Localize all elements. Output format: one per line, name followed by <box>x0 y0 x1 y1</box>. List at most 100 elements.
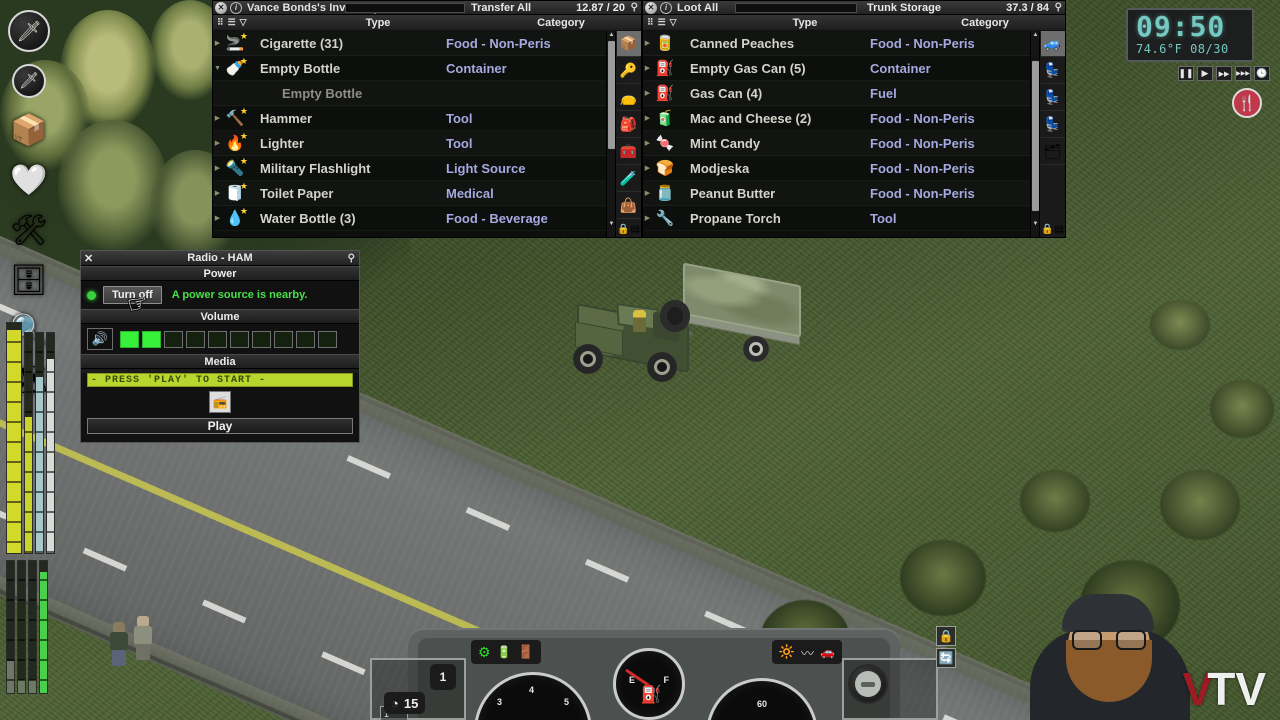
sort-icon[interactable]: ▤ <box>1055 224 1064 235</box>
trunk-container-slots[interactable]: 🚙 💺 💺 💺 🗂 🔒 ▤ <box>1039 31 1065 237</box>
table-row[interactable]: ▶ 🔥 ★ Lighter Tool <box>213 131 606 156</box>
scrollbar-thumb[interactable] <box>608 41 615 149</box>
table-row[interactable]: ▶ 🔦 ★ Military Flashlight Light Source <box>213 156 606 181</box>
table-row[interactable]: ▶ 🔨 ★ Hammer Tool <box>213 106 606 131</box>
military-jeep-with-trailer[interactable] <box>565 262 805 390</box>
pin-icon[interactable]: ⚲ <box>348 253 355 264</box>
table-row[interactable]: ▶ 💧 ★ Water Bottle (3) Food - Beverage <box>213 206 606 231</box>
expand-arrow-icon[interactable]: ▶ <box>213 39 222 47</box>
zombie-2[interactable] <box>132 616 154 660</box>
player-inventory-body[interactable]: ▶ 🚬 ★ Cigarette (31) Food - Non-Peris ▼ 🍼… <box>213 31 641 237</box>
trunk-column-type-header[interactable]: Type <box>705 17 905 29</box>
pin-icon[interactable]: ⚲ <box>1055 2 1062 13</box>
table-row[interactable]: Empty Bottle <box>213 81 606 106</box>
expand-arrow-icon[interactable]: ▶ <box>213 214 222 222</box>
close-icon[interactable]: ✕ <box>84 252 93 265</box>
scroll-down-icon[interactable]: ▼ <box>608 221 615 228</box>
slot-fannypack[interactable]: 👝 <box>616 85 641 111</box>
table-row[interactable]: ▶ 🔧 Propane Torch Tool <box>643 206 1030 231</box>
table-row[interactable]: ▶ 🥫 Canned Peaches Food - Non-Peris <box>643 31 1030 56</box>
transfer-all-button[interactable]: Transfer All <box>471 2 531 14</box>
health-panel-button[interactable]: 🤍 <box>6 158 52 204</box>
lock-icon[interactable]: 🔒 <box>617 224 629 235</box>
scroll-down-icon[interactable]: ▼ <box>1032 221 1039 228</box>
table-row[interactable]: ▶ 🍞 Modjeska Food - Non-Peris <box>643 156 1030 181</box>
scrollbar-thumb[interactable] <box>1032 61 1039 211</box>
game-speed-controls[interactable]: ❚❚ ▶ ▶▶ ▶▶▶ 🕓 <box>1126 66 1274 81</box>
trunk-inventory-scrollbar[interactable]: ▲ ▼ <box>1030 31 1039 237</box>
table-row[interactable]: ▶ 🫙 Peanut Butter Food - Non-Peris <box>643 181 1030 206</box>
filter-icon[interactable]: ▽ <box>670 17 677 28</box>
info-icon[interactable]: i <box>660 1 672 14</box>
vehicle-dashboard[interactable]: 1 ◔ 15 1 ⚙ 🔋 🚪 🔆 〰 🚗 1 2 3 4 <box>368 620 956 720</box>
crafting-panel-button[interactable]: 🛠 <box>6 208 52 254</box>
expand-arrow-icon[interactable]: ▶ <box>643 164 652 172</box>
expand-arrow-icon[interactable]: ▶ <box>643 214 652 222</box>
table-row[interactable]: ▶ ⛽ Empty Gas Can (5) Container <box>643 56 1030 81</box>
slot-keyring[interactable]: 🔑 <box>616 58 641 84</box>
table-row[interactable]: ▶ ⛽ Gas Can (4) Fuel <box>643 81 1030 106</box>
table-row[interactable]: ▼ 🍼 ★ Empty Bottle Container <box>213 56 606 81</box>
radio-titlebar[interactable]: ✕ Radio - HAM ⚲ <box>81 251 359 266</box>
trunk-inventory-body[interactable]: ▶ 🥫 Canned Peaches Food - Non-Peris ▶ ⛽ … <box>643 31 1065 237</box>
volume-segment-4[interactable] <box>186 330 205 348</box>
equipped-primary-weapon[interactable]: 🗡 <box>6 8 52 54</box>
volume-segment-1[interactable] <box>120 330 139 348</box>
slot-first-aid-kit[interactable]: 🧰 <box>616 139 641 165</box>
player-equipment-slots[interactable]: 📦 🔑 👝 🎒 🧰 🧪 👜 🔒 ▤ <box>615 31 641 237</box>
player-inventory-titlebar[interactable]: ✕ i Vance Bonds's Inventory Transfer All… <box>213 1 641 15</box>
trunk-column-category-header[interactable]: Category <box>905 17 1065 29</box>
expand-arrow-icon[interactable]: ▶ <box>643 114 652 122</box>
trunk-inventory-window[interactable]: ✕ i Loot All Trunk Storage 37.3 / 84 ⚲ ⠿… <box>642 0 1066 238</box>
trunk-inventory-footer[interactable]: 🔒 ▤ <box>1041 221 1065 237</box>
radio-media-area[interactable]: - PRESS 'PLAY' TO START - 📻 Play <box>81 373 359 442</box>
expand-arrow-icon[interactable]: ▶ <box>213 189 222 197</box>
slot-bag[interactable]: 👜 <box>616 193 641 219</box>
ignition-key-knob[interactable] <box>848 664 888 704</box>
hunger-moodle[interactable]: 🍴 <box>1232 88 1262 118</box>
volume-segment-2[interactable] <box>142 330 161 348</box>
trunk-inventory-titlebar[interactable]: ✕ i Loot All Trunk Storage 37.3 / 84 ⚲ <box>643 1 1065 15</box>
clock-widget[interactable]: 09:50 74.6°F 08/30 ❚❚ ▶ ▶▶ ▶▶▶ 🕓 <box>1126 8 1274 81</box>
clock-toggle-button[interactable]: 🕓 <box>1254 66 1270 81</box>
loot-all-button[interactable]: Loot All <box>677 2 718 14</box>
pin-icon[interactable]: ⚲ <box>631 2 638 13</box>
player-inventory-window[interactable]: ✕ i Vance Bonds's Inventory Transfer All… <box>212 0 642 238</box>
trunk-inventory-search-input[interactable] <box>735 3 857 13</box>
expand-arrow-icon[interactable]: ▶ <box>643 39 652 47</box>
table-row[interactable]: ▶ 🍬 Mint Candy Food - Non-Peris <box>643 131 1030 156</box>
expand-arrow-icon[interactable]: ▶ <box>643 89 652 97</box>
player-inventory-view-tools[interactable]: ⠿ ☰ ▽ <box>213 17 275 28</box>
slot-glovebox[interactable]: 🗂 <box>1040 139 1065 165</box>
close-icon[interactable]: ✕ <box>215 1 227 14</box>
dashboard-side-buttons[interactable]: 🔒 🔄 <box>936 626 958 668</box>
grid-view-icon[interactable]: ⠿ <box>647 17 654 28</box>
table-row[interactable]: ▶ 🧃 Mac and Cheese (2) Food - Non-Peris <box>643 106 1030 131</box>
radio-window[interactable]: ✕ Radio - HAM ⚲ Power Turn off A power s… <box>80 250 360 443</box>
expand-arrow-icon[interactable]: ▶ <box>213 164 222 172</box>
volume-segment-9[interactable] <box>296 330 315 348</box>
player-inventory-list[interactable]: ▶ 🚬 ★ Cigarette (31) Food - Non-Peris ▼ 🍼… <box>213 31 606 237</box>
list-view-icon[interactable]: ☰ <box>228 17 236 28</box>
play-speed-3-button[interactable]: ▶▶▶ <box>1235 66 1251 81</box>
expand-arrow-icon[interactable]: ▶ <box>213 139 222 147</box>
table-row[interactable]: ▶ 🚬 ★ Cigarette (31) Food - Non-Peris <box>213 31 606 56</box>
close-icon[interactable]: ✕ <box>645 1 657 14</box>
slot-seat-3[interactable]: 💺 <box>1040 112 1065 138</box>
radio-volume-row[interactable]: 🔊 <box>81 324 359 354</box>
grid-view-icon[interactable]: ⠿ <box>217 17 224 28</box>
volume-segment-5[interactable] <box>208 330 227 348</box>
pause-button[interactable]: ❚❚ <box>1178 66 1194 81</box>
slot-toolbox[interactable]: 🧪 <box>616 166 641 192</box>
slot-backpack-selected[interactable]: 📦 <box>616 31 641 57</box>
expand-arrow-icon[interactable]: ▶ <box>643 64 652 72</box>
speaker-icon[interactable]: 🔊 <box>87 328 113 350</box>
zombie-1[interactable] <box>108 622 130 666</box>
radio-play-button[interactable]: Play <box>87 418 353 434</box>
slot-seat-1[interactable]: 💺 <box>1040 58 1065 84</box>
expand-arrow-icon[interactable]: ▶ <box>213 114 222 122</box>
scroll-up-icon[interactable]: ▲ <box>608 32 615 39</box>
volume-segment-6[interactable] <box>230 330 249 348</box>
volume-segment-3[interactable] <box>164 330 183 348</box>
expand-arrow-icon[interactable]: ▶ <box>643 189 652 197</box>
